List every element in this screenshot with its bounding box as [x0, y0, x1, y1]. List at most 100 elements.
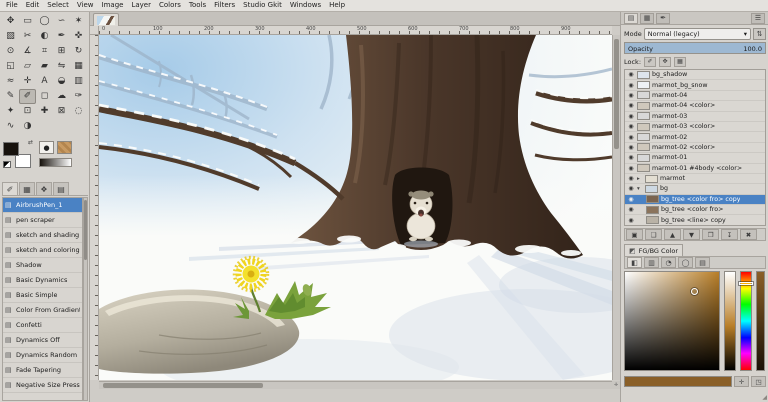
- dynamics-item[interactable]: ▤ Confetti: [3, 318, 82, 333]
- dock-tab-dock-menu[interactable]: ☰: [751, 12, 765, 24]
- layer-visibility-icon[interactable]: ◉: [627, 165, 635, 172]
- value-strip[interactable]: [724, 271, 736, 371]
- foreground-color-swatch[interactable]: [3, 142, 19, 156]
- dynamics-item[interactable]: ▤ Basic Simple: [3, 288, 82, 303]
- layer-row[interactable]: ◉ marmot-03: [625, 112, 765, 122]
- tool-flip[interactable]: ⇋: [53, 59, 70, 74]
- layer-row[interactable]: ◉ marmot-02 <color>: [625, 143, 765, 154]
- layers-raise-layer-button[interactable]: ▲: [664, 229, 681, 240]
- tool-dodge-burn[interactable]: ◑: [19, 119, 36, 134]
- layer-row[interactable]: ◉ bg_shadow: [625, 70, 765, 81]
- tool-measure[interactable]: ∡: [19, 44, 36, 59]
- tool-crop[interactable]: ⌗: [36, 44, 53, 59]
- tool-zoom[interactable]: ⊙: [2, 44, 19, 59]
- layer-visibility-icon[interactable]: ◉: [627, 102, 635, 109]
- tool-perspective-clone[interactable]: ⊠: [53, 104, 70, 119]
- dynamics-item[interactable]: ▤ sketch and coloring pen: [3, 243, 82, 258]
- canvas-horizontal-scrollbar[interactable]: [99, 381, 612, 389]
- menu-filters[interactable]: Filters: [210, 0, 239, 11]
- menu-view[interactable]: View: [73, 0, 98, 11]
- tab-cmyk-selector[interactable]: ▥: [644, 257, 659, 268]
- layers-delete-layer-button[interactable]: ✖: [740, 229, 757, 240]
- mode-dropdown[interactable]: Normal (legacy) ▾: [643, 27, 751, 40]
- layer-visibility-icon[interactable]: ◉: [627, 92, 635, 99]
- tool-text[interactable]: A: [36, 74, 53, 89]
- layer-row[interactable]: ◉ marmot-01 #4body <color>: [625, 164, 765, 174]
- tool-blur-sharpen[interactable]: ◌: [70, 104, 87, 119]
- tool-clone[interactable]: ⊡: [19, 104, 36, 119]
- layers-new-layer-button[interactable]: ▣: [626, 229, 643, 240]
- tool-ink[interactable]: ✑: [70, 89, 87, 104]
- dynamics-scrollbar[interactable]: [83, 197, 88, 401]
- dynamics-item[interactable]: ▤ sketch and shading ink: [3, 228, 82, 243]
- layers-duplicate-layer-button[interactable]: ❐: [702, 229, 719, 240]
- color-reset-button[interactable]: ◳: [751, 376, 766, 387]
- layer-row[interactable]: ◉ bg_tree <line> copy: [625, 215, 765, 225]
- alpha-strip[interactable]: [756, 271, 765, 371]
- default-colors-icon[interactable]: [3, 161, 11, 168]
- saturation-value-square[interactable]: [624, 271, 720, 371]
- layer-expander-icon[interactable]: ▾: [637, 186, 643, 192]
- tool-perspective[interactable]: ▰: [36, 59, 53, 74]
- lock-position-icon[interactable]: ✥: [659, 56, 672, 67]
- layer-visibility-icon[interactable]: ◉: [627, 123, 635, 130]
- tool-heal[interactable]: ✚: [36, 104, 53, 119]
- dynamics-item[interactable]: ▤ Basic Dynamics: [3, 273, 82, 288]
- tool-airbrush[interactable]: ☁: [53, 89, 70, 104]
- dynamics-item[interactable]: ▤ Color From Gradient: [3, 303, 82, 318]
- layer-row[interactable]: ◉ marmot-04 <color>: [625, 101, 765, 112]
- tool-mypaint-brush[interactable]: ✦: [2, 104, 19, 119]
- tool-foreground-select[interactable]: ◐: [36, 29, 53, 44]
- dynamics-item[interactable]: ▤ Dynamics Off: [3, 333, 82, 348]
- layer-visibility-icon[interactable]: ◉: [627, 144, 635, 151]
- layer-visibility-icon[interactable]: ◉: [627, 82, 635, 89]
- dynamics-item[interactable]: ▤ pen scraper: [3, 213, 82, 228]
- tool-select-by-color[interactable]: ▧: [2, 29, 19, 44]
- dynamics-item[interactable]: ▤ Fade Tapering: [3, 363, 82, 378]
- tool-color-picker[interactable]: ✜: [70, 29, 87, 44]
- layer-row[interactable]: ◉ marmot-02: [625, 132, 765, 143]
- tool-shear[interactable]: ▱: [19, 59, 36, 74]
- tool-warp-transform[interactable]: ≈: [2, 74, 19, 89]
- background-color-swatch[interactable]: [15, 154, 31, 168]
- swap-colors-icon[interactable]: ⇄: [28, 140, 33, 146]
- tool-scale[interactable]: ◱: [2, 59, 19, 74]
- ruler-corner[interactable]: [90, 26, 99, 35]
- layer-visibility-icon[interactable]: ◉: [627, 175, 635, 182]
- dock-tab-layers[interactable]: ▤: [624, 12, 638, 24]
- opacity-slider[interactable]: Opacity 100.0: [624, 42, 766, 54]
- layer-row[interactable]: ◉ ▾ bg: [625, 184, 765, 195]
- tool-fuzzy-select[interactable]: ✶: [70, 14, 87, 29]
- dynamics-item[interactable]: ▤ Negative Size Pressure: [3, 378, 82, 393]
- scrollbar-thumb[interactable]: [84, 200, 87, 260]
- layer-row[interactable]: ◉ ▸ marmot: [625, 174, 765, 185]
- menu-colors[interactable]: Colors: [155, 0, 185, 11]
- tool-handle-transform[interactable]: ✛: [19, 74, 36, 89]
- dock-tab-dynamics[interactable]: ❖: [36, 182, 52, 195]
- menu-windows[interactable]: Windows: [286, 0, 325, 11]
- layer-row[interactable]: ◉ bg_tree <color fro>: [625, 205, 765, 216]
- dock-tab-brushes[interactable]: ▤: [53, 182, 69, 195]
- tool-eraser[interactable]: ◻: [36, 89, 53, 104]
- lock-alpha-icon[interactable]: ▦: [674, 56, 687, 67]
- tool-pencil[interactable]: ✎: [2, 89, 19, 104]
- layer-row[interactable]: ◉ marmot-04: [625, 91, 765, 102]
- tool-unified-transform[interactable]: ⊞: [53, 44, 70, 59]
- image-tab[interactable]: [93, 13, 119, 26]
- menu-image[interactable]: Image: [98, 0, 128, 11]
- dock-tab-tool-options[interactable]: ✐: [2, 182, 18, 195]
- color-dock-tab[interactable]: ◩ FG/BG Color: [624, 244, 684, 256]
- tool-bucket-fill[interactable]: ◒: [53, 74, 70, 89]
- layer-visibility-icon[interactable]: ◉: [627, 113, 635, 120]
- tool-scissors-select[interactable]: ✂: [19, 29, 36, 44]
- layers-new-group-button[interactable]: ❑: [645, 229, 662, 240]
- layer-row[interactable]: ◉ bg_tree <color fro> copy: [625, 194, 765, 206]
- tool-paintbrush[interactable]: ✐: [19, 89, 36, 104]
- layers-anchor-layer-button[interactable]: ↧: [721, 229, 738, 240]
- layer-expander-icon[interactable]: ▸: [637, 176, 643, 182]
- layer-row[interactable]: ◉ marmot_bg_snow: [625, 80, 765, 91]
- canvas-vertical-scrollbar[interactable]: [612, 35, 620, 380]
- scrollbar-thumb[interactable]: [614, 39, 619, 149]
- tool-gradient[interactable]: ▥: [70, 74, 87, 89]
- layer-visibility-icon[interactable]: ◉: [627, 185, 635, 192]
